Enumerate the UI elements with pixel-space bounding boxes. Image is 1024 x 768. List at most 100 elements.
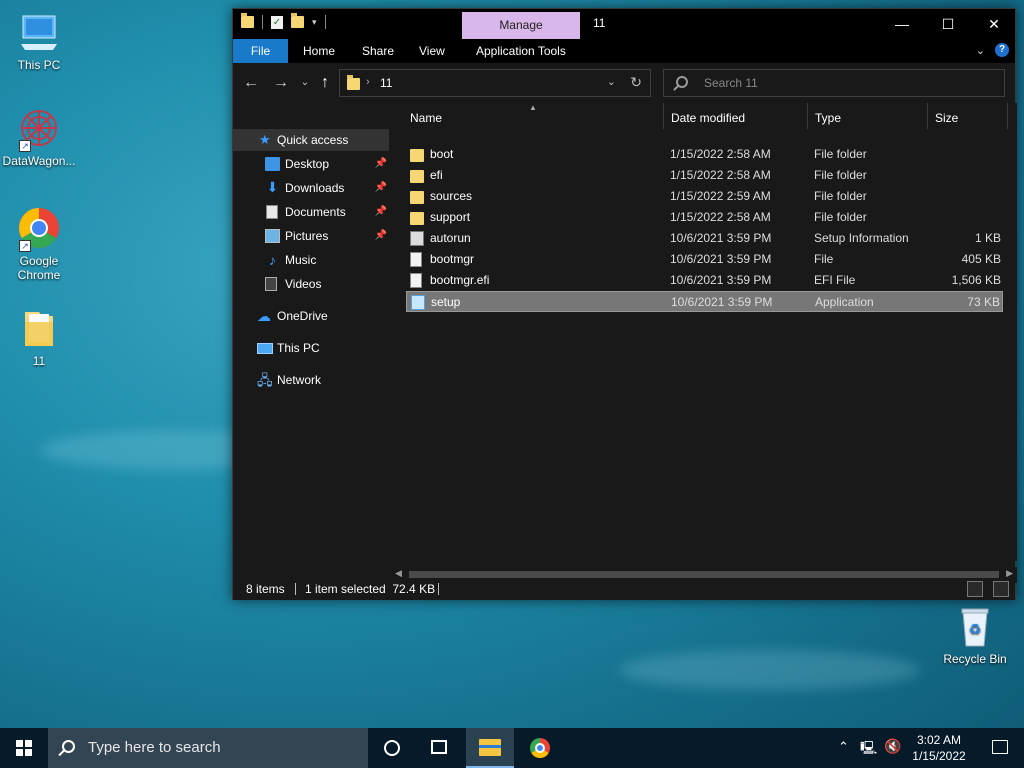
sidebar-item-label: Videos bbox=[285, 277, 322, 291]
file-row[interactable]: bootmgr 10/6/2021 3:59 PM File 405 KB bbox=[406, 249, 1003, 270]
sidebar-item-label: OneDrive bbox=[277, 309, 328, 323]
file-row[interactable]: autorun 10/6/2021 3:59 PM Setup Informat… bbox=[406, 228, 1003, 249]
column-resizer[interactable] bbox=[1007, 103, 1008, 129]
column-header-type[interactable]: Type bbox=[815, 107, 841, 129]
tab-view[interactable]: View bbox=[419, 39, 445, 63]
folder-icon bbox=[347, 75, 360, 90]
setup-information-icon bbox=[410, 231, 424, 246]
file-type: Application bbox=[815, 295, 874, 309]
navigation-bar: ← → ⌄ ↑ › 11 ⌄ ↻ bbox=[233, 63, 1015, 103]
cloud-icon: ☁ bbox=[257, 308, 271, 324]
sidebar-item-desktop[interactable]: Desktop 📌 bbox=[233, 153, 389, 175]
file-row[interactable]: sources 1/15/2022 2:59 AM File folder bbox=[406, 186, 1003, 207]
address-bar[interactable]: › 11 ⌄ ↻ bbox=[339, 69, 651, 97]
chrome-icon: ↗ bbox=[17, 206, 61, 252]
close-button[interactable]: ✕ bbox=[971, 9, 1017, 39]
sidebar-item-onedrive[interactable]: ☁ OneDrive bbox=[233, 305, 389, 327]
column-resizer[interactable] bbox=[927, 103, 928, 129]
file-row-selected[interactable]: setup 10/6/2021 3:59 PM Application 73 K… bbox=[406, 291, 1003, 312]
sidebar-item-label: Network bbox=[277, 373, 322, 387]
file-date: 1/15/2022 2:58 AM bbox=[670, 168, 771, 182]
desktop-icon-google-chrome[interactable]: ↗ Google Chrome bbox=[2, 206, 76, 282]
recent-locations-button[interactable]: ⌄ bbox=[295, 73, 315, 93]
new-folder-icon[interactable] bbox=[291, 13, 304, 28]
task-view-icon bbox=[431, 740, 447, 754]
refresh-icon[interactable]: ↻ bbox=[630, 74, 642, 91]
back-button[interactable]: ← bbox=[241, 73, 261, 93]
document-icon bbox=[266, 205, 278, 219]
desktop-icon-folder-11[interactable]: 11 bbox=[2, 306, 76, 368]
column-header-date-modified[interactable]: Date modified bbox=[671, 107, 745, 129]
file-size: 405 KB bbox=[961, 252, 1001, 266]
notification-icon bbox=[992, 740, 1008, 754]
file-row[interactable]: support 1/15/2022 2:58 AM File folder bbox=[406, 207, 1003, 228]
show-hidden-icons-icon[interactable]: ⌃ bbox=[838, 739, 849, 755]
file-type: File folder bbox=[814, 189, 867, 203]
sidebar-item-videos[interactable]: Videos bbox=[233, 273, 389, 295]
column-header-name[interactable]: Name bbox=[410, 107, 442, 129]
item-count: 8 items bbox=[246, 582, 285, 596]
sidebar-item-downloads[interactable]: ⬇ Downloads 📌 bbox=[233, 177, 389, 199]
address-dropdown-icon[interactable]: ⌄ bbox=[607, 75, 616, 88]
sidebar-item-this-pc[interactable]: This PC bbox=[233, 337, 389, 359]
help-icon[interactable]: ? bbox=[995, 43, 1009, 57]
forward-button[interactable]: → bbox=[271, 73, 291, 93]
file-row[interactable]: boot 1/15/2022 2:58 AM File folder bbox=[406, 144, 1003, 165]
breadcrumb[interactable]: 11 bbox=[380, 76, 392, 90]
file-row[interactable]: efi 1/15/2022 2:58 AM File folder bbox=[406, 165, 1003, 186]
volume-muted-icon[interactable]: 🔇 bbox=[884, 738, 901, 755]
search-input[interactable] bbox=[704, 76, 994, 90]
taskbar-search-input[interactable] bbox=[88, 739, 358, 756]
pin-icon[interactable]: 📌 bbox=[375, 153, 387, 175]
start-button[interactable] bbox=[0, 728, 48, 768]
sidebar-item-network[interactable]: 🖧 Network bbox=[233, 369, 389, 391]
folder-icon bbox=[410, 149, 424, 162]
sidebar-item-label: This PC bbox=[277, 341, 320, 355]
file-type: File folder bbox=[814, 147, 867, 161]
column-resizer[interactable] bbox=[807, 103, 808, 129]
pin-icon[interactable]: 📌 bbox=[375, 225, 387, 247]
tab-application-tools[interactable]: Application Tools bbox=[476, 39, 566, 63]
tab-file[interactable]: File bbox=[233, 39, 288, 63]
file-date: 1/15/2022 2:59 AM bbox=[670, 189, 771, 203]
taskbar-file-explorer[interactable] bbox=[466, 728, 514, 768]
tab-home[interactable]: Home bbox=[303, 39, 335, 63]
properties-icon[interactable]: ✓ bbox=[271, 15, 283, 29]
pin-icon[interactable]: 📌 bbox=[375, 177, 387, 199]
up-button[interactable]: ↑ bbox=[315, 73, 335, 93]
taskbar-google-chrome[interactable] bbox=[516, 728, 564, 768]
desktop-icon-datawagon[interactable]: ↗ DataWagon... bbox=[2, 106, 76, 168]
file-name: bootmgr bbox=[430, 252, 475, 266]
customize-toolbar-icon[interactable]: ▾ bbox=[312, 17, 317, 28]
sidebar-item-documents[interactable]: Documents 📌 bbox=[233, 201, 389, 223]
sidebar-item-music[interactable]: ♪ Music bbox=[233, 249, 389, 271]
column-resizer[interactable] bbox=[663, 103, 664, 129]
action-center-button[interactable] bbox=[976, 728, 1024, 768]
tab-manage[interactable]: Manage bbox=[462, 12, 580, 39]
file-row[interactable]: bootmgr.efi 10/6/2021 3:59 PM EFI File 1… bbox=[406, 270, 1003, 291]
pin-icon[interactable]: 📌 bbox=[375, 201, 387, 223]
task-view-button[interactable] bbox=[416, 728, 464, 768]
taskbar-clock[interactable]: 3:02 AM 1/15/2022 bbox=[904, 732, 974, 764]
sidebar-item-pictures[interactable]: Pictures 📌 bbox=[233, 225, 389, 247]
minimize-button[interactable]: — bbox=[879, 9, 925, 39]
taskbar-search-box[interactable] bbox=[48, 728, 368, 768]
search-box[interactable] bbox=[663, 69, 1005, 97]
taskbar: ⌃ 🖳 🔇 3:02 AM 1/15/2022 bbox=[0, 728, 1024, 768]
file-date: 10/6/2021 3:59 PM bbox=[670, 273, 772, 287]
sidebar-item-quick-access[interactable]: ★ Quick access bbox=[233, 129, 389, 151]
maximize-button[interactable]: ☐ bbox=[925, 9, 971, 39]
expand-ribbon-icon[interactable]: ⌄ bbox=[976, 44, 985, 57]
large-icons-view-icon[interactable] bbox=[993, 581, 1009, 597]
network-icon[interactable]: 🖳 bbox=[860, 739, 877, 761]
sidebar-item-label: Music bbox=[285, 253, 317, 267]
clock-time: 3:02 AM bbox=[916, 733, 962, 747]
desktop-icon-recycle-bin[interactable]: ♻ Recycle Bin bbox=[938, 604, 1012, 666]
file-type: EFI File bbox=[814, 273, 856, 287]
tab-share[interactable]: Share bbox=[362, 39, 394, 63]
videos-icon bbox=[265, 277, 277, 291]
column-header-size[interactable]: Size bbox=[935, 107, 958, 129]
cortana-button[interactable] bbox=[368, 728, 416, 768]
details-view-icon[interactable] bbox=[967, 581, 983, 597]
desktop-icon-this-pc[interactable]: This PC bbox=[2, 10, 76, 72]
